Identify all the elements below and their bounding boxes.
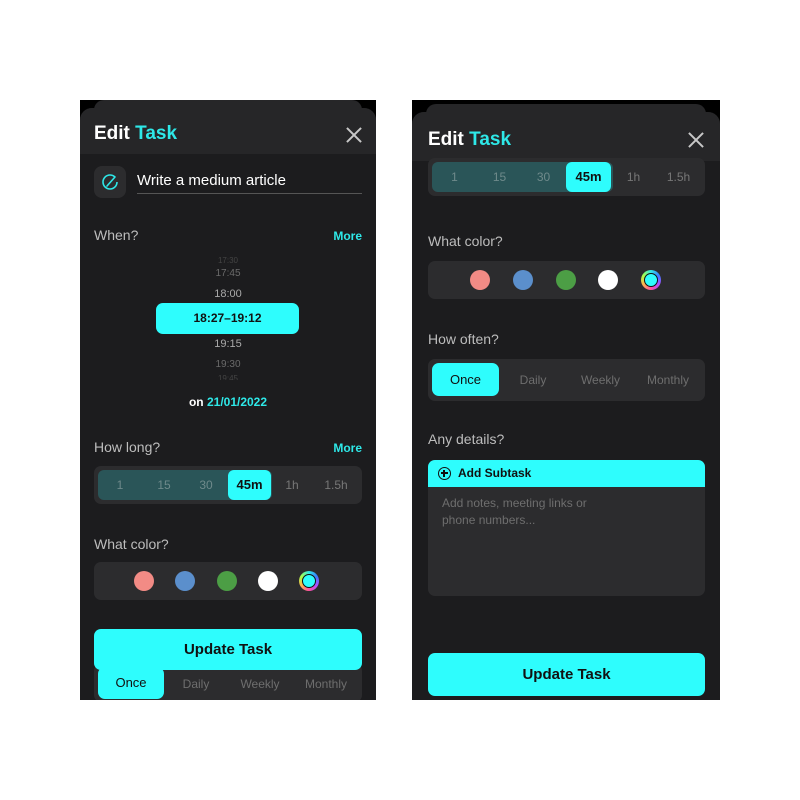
edit-task-sheet: Edit Task Write a medium article When? M… — [80, 108, 376, 700]
frequency-option-selected[interactable]: Once — [98, 667, 164, 699]
sheet-title: Edit Task — [428, 129, 511, 151]
color-swatch-blue[interactable] — [513, 270, 533, 290]
duration-option[interactable]: 1.5h — [314, 470, 358, 500]
date-line: on 21/01/2022 — [80, 395, 376, 409]
plus-circle-icon — [438, 467, 451, 480]
title-task: Task — [469, 129, 512, 150]
duration-selector: 1 15 30 45m 1h 1.5h — [94, 466, 362, 504]
right-screen: Edit Task 1 15 30 45m 1h 1.5h What color… — [412, 100, 720, 700]
duration-option[interactable]: 1.5h — [656, 162, 701, 192]
title-edit: Edit — [94, 123, 130, 144]
frequency-option[interactable]: Weekly — [228, 668, 292, 700]
time-option[interactable]: 19:45 — [80, 374, 376, 380]
duration-option[interactable]: 30 — [521, 162, 566, 192]
close-icon[interactable] — [346, 127, 362, 143]
sheet-header: Edit Task — [412, 112, 720, 161]
color-swatch-blue[interactable] — [175, 571, 195, 591]
frequency-option[interactable]: Daily — [499, 364, 567, 396]
sheet-header: Edit Task — [80, 108, 376, 154]
duration-option[interactable]: 30 — [184, 470, 228, 500]
how-often-label: How often? — [428, 331, 499, 347]
how-long-label: How long? — [94, 439, 161, 455]
duration-option-selected[interactable]: 45m — [566, 162, 611, 192]
details-label: Any details? — [428, 431, 505, 447]
how-long-more-link[interactable]: More — [333, 441, 362, 455]
color-picker — [428, 261, 705, 299]
time-option[interactable]: 17:30 — [80, 256, 376, 265]
date-prefix: on — [188, 395, 204, 409]
frequency-option[interactable]: Weekly — [567, 364, 634, 396]
duration-option[interactable]: 15 — [142, 470, 186, 500]
left-screen: Edit Task Write a medium article When? M… — [80, 100, 376, 700]
frequency-option[interactable]: Monthly — [633, 364, 703, 396]
duration-option[interactable]: 1h — [270, 470, 314, 500]
when-more-link[interactable]: More — [333, 229, 362, 243]
update-task-button[interactable]: Update Task — [428, 653, 705, 696]
duration-option[interactable]: 1 — [98, 470, 142, 500]
when-label: When? — [94, 227, 139, 243]
color-swatch-salmon[interactable] — [470, 270, 490, 290]
time-option[interactable]: 17:45 — [80, 268, 376, 279]
color-swatch-green[interactable] — [217, 571, 237, 591]
task-name-row: Write a medium article — [94, 166, 362, 200]
notes-textarea[interactable]: Add notes, meeting links or phone number… — [442, 495, 622, 529]
selected-time-range[interactable]: 18:27–19:12 — [156, 303, 299, 334]
color-swatch-green[interactable] — [556, 270, 576, 290]
title-edit: Edit — [428, 129, 464, 150]
edit-pencil-icon[interactable] — [94, 166, 126, 198]
color-picker — [94, 562, 362, 600]
color-swatch-white[interactable] — [598, 270, 618, 290]
close-icon[interactable] — [688, 132, 704, 148]
title-task: Task — [135, 123, 178, 144]
update-task-button[interactable]: Update Task — [94, 629, 362, 670]
color-swatch-custom-selected[interactable] — [299, 571, 319, 591]
duration-option-selected[interactable]: 45m — [228, 470, 271, 500]
frequency-option[interactable]: Monthly — [292, 668, 360, 700]
duration-selector: 1 15 30 45m 1h 1.5h — [428, 158, 705, 196]
details-box: Add Subtask Add notes, meeting links or … — [428, 460, 705, 596]
color-swatch-salmon[interactable] — [134, 571, 154, 591]
color-label: What color? — [428, 233, 503, 249]
duration-option[interactable]: 1h — [611, 162, 656, 192]
duration-option[interactable]: 15 — [477, 162, 522, 192]
duration-option[interactable]: 1 — [432, 162, 477, 192]
date-value[interactable]: 21/01/2022 — [207, 395, 267, 409]
time-option[interactable]: 19:30 — [80, 359, 376, 370]
color-label: What color? — [94, 536, 169, 552]
sheet-title: Edit Task — [94, 123, 177, 145]
color-swatch-white[interactable] — [258, 571, 278, 591]
add-subtask-label: Add Subtask — [458, 466, 532, 480]
edit-task-sheet: Edit Task 1 15 30 45m 1h 1.5h What color… — [412, 112, 720, 700]
add-subtask-button[interactable]: Add Subtask — [428, 460, 705, 487]
color-swatch-custom-selected[interactable] — [641, 270, 661, 290]
time-option[interactable]: 19:15 — [80, 338, 376, 350]
frequency-option[interactable]: Daily — [164, 668, 228, 700]
frequency-option-selected[interactable]: Once — [432, 363, 499, 396]
time-option[interactable]: 18:00 — [80, 288, 376, 300]
frequency-selector: Once Daily Weekly Monthly — [428, 359, 705, 401]
task-name-input[interactable]: Write a medium article — [137, 170, 362, 194]
